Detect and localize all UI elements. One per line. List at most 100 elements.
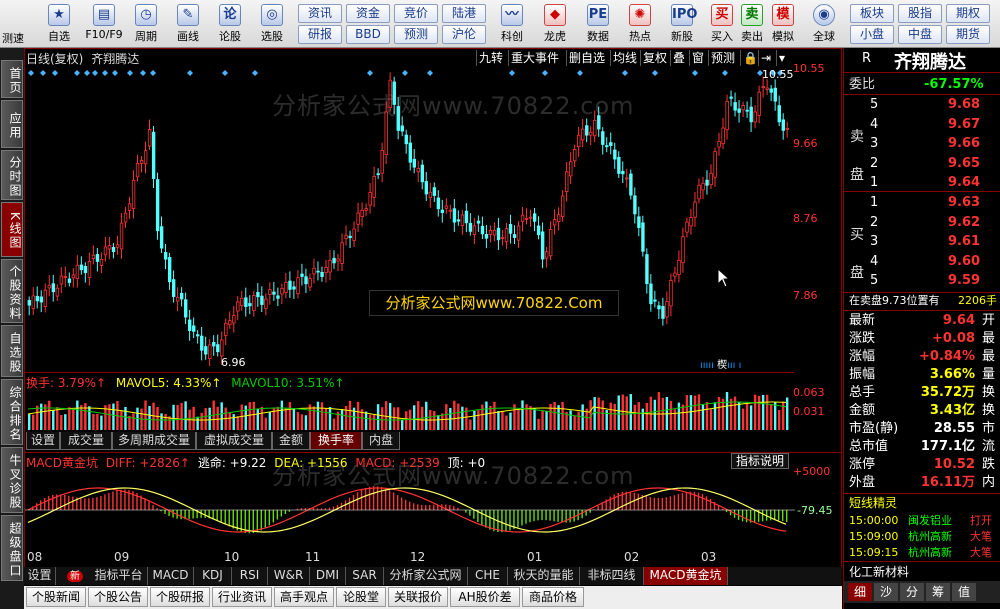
tab-stock-announcements[interactable]: 个股公告 bbox=[88, 587, 148, 607]
btn-window[interactable]: 窗 bbox=[689, 50, 707, 66]
tab-formula-site[interactable]: 分析家公式网 bbox=[384, 567, 468, 585]
btn-hk-connect[interactable]: 陆港 bbox=[442, 4, 486, 23]
buy-order-row[interactable]: 3 9.61 bbox=[844, 233, 1000, 251]
macd-bar bbox=[533, 510, 535, 522]
sidebar-item-home[interactable]: 首页 bbox=[1, 60, 23, 98]
tab-che[interactable]: CHE bbox=[468, 567, 508, 585]
tab-indicator-platform[interactable]: 指标平台 bbox=[90, 567, 148, 585]
toolbar-pick[interactable]: ◎ 选股 bbox=[254, 2, 290, 46]
tab-multi-period-volume[interactable]: 多周期成交量 bbox=[112, 432, 196, 450]
toolbar-simulate[interactable]: 模模拟 bbox=[765, 2, 801, 46]
btn-news[interactable]: 资讯 bbox=[298, 4, 342, 23]
date-label: 11 bbox=[305, 550, 321, 564]
chart-period-label[interactable]: 日线(复权) bbox=[26, 52, 83, 66]
tab-macd-golden-pit[interactable]: MACD黄金坑 bbox=[644, 567, 728, 585]
toolbar-period[interactable]: ◷ 周期 bbox=[128, 2, 164, 46]
tab-industry-news[interactable]: 行业资讯 bbox=[212, 587, 272, 607]
tab-inner[interactable]: 内盘 bbox=[362, 432, 400, 450]
tab-commodity-prices[interactable]: 商品价格 bbox=[522, 587, 584, 607]
sell-order-row[interactable]: 1 9.64 bbox=[844, 174, 1000, 192]
macd-chart[interactable] bbox=[25, 468, 795, 548]
btn-jiuzhuan[interactable]: 九转 bbox=[476, 50, 506, 66]
macd-bar bbox=[421, 504, 423, 510]
btn-predict[interactable]: 预测 bbox=[708, 50, 738, 66]
toolbar-favorites[interactable]: ★ 自选 bbox=[41, 2, 77, 46]
btn-research[interactable]: 研报 bbox=[298, 25, 342, 44]
sell-order-row[interactable]: 3 9.66 bbox=[844, 135, 1000, 153]
sell-order-row[interactable]: 5 9.68 bbox=[844, 96, 1000, 114]
panel-tab-detail[interactable]: 细 bbox=[848, 583, 872, 601]
tab-settings[interactable]: 设置 bbox=[26, 432, 60, 450]
btn-futures[interactable]: 期货 bbox=[946, 25, 990, 44]
btn-index[interactable]: 股指 bbox=[898, 4, 942, 23]
tab-turnover-rate[interactable]: 换手率 bbox=[310, 432, 362, 450]
sell-order-row[interactable]: 2 9.65 bbox=[844, 155, 1000, 173]
tab-sar[interactable]: SAR bbox=[346, 567, 384, 585]
tab-macd[interactable]: MACD bbox=[148, 567, 194, 585]
toolbar-kechuang[interactable]: 〰科创 bbox=[494, 2, 530, 46]
panel-tab-sha[interactable]: 沙 bbox=[874, 583, 898, 601]
sidebar-item-watchlist[interactable]: 自选股 bbox=[1, 325, 23, 377]
expand-icon[interactable]: ⇥ bbox=[758, 50, 776, 66]
sidebar-item-ranking[interactable]: 综合排名 bbox=[1, 379, 23, 445]
toolbar-data[interactable]: PE 数据 bbox=[580, 2, 616, 46]
toolbar-ipo[interactable]: IPO 新股 bbox=[664, 2, 700, 46]
btn-mid-cap[interactable]: 中盘 bbox=[898, 25, 942, 44]
btn-major-events[interactable]: 重大事件 bbox=[508, 50, 562, 66]
btn-adjust[interactable]: 复权 bbox=[640, 50, 670, 66]
tab-stock-reports[interactable]: 个股研报 bbox=[150, 587, 210, 607]
tab-wr[interactable]: W&R bbox=[268, 567, 310, 585]
btn-small-cap[interactable]: 小盘 bbox=[850, 25, 894, 44]
tab-ah-spread[interactable]: AH股价差 bbox=[450, 587, 520, 607]
tab-related-quotes[interactable]: 关联报价 bbox=[388, 587, 448, 607]
tab-indicator-settings[interactable]: 设置 bbox=[24, 567, 56, 585]
btn-overlay[interactable]: 叠 bbox=[670, 50, 688, 66]
btn-options[interactable]: 期权 bbox=[946, 4, 990, 23]
sidebar-item-timeshare[interactable]: 分时图 bbox=[1, 150, 23, 200]
tab-stock-forum[interactable]: 论股堂 bbox=[336, 587, 386, 607]
toolbar-discuss[interactable]: 论论股 bbox=[212, 2, 248, 46]
sidebar-item-apps[interactable]: 应用 bbox=[1, 100, 23, 148]
tab-volume[interactable]: 成交量 bbox=[60, 432, 112, 450]
btn-shanghai-london[interactable]: 沪伦 bbox=[442, 25, 486, 44]
btn-auction[interactable]: 竞价 bbox=[394, 4, 438, 23]
buy-order-row[interactable]: 2 9.62 bbox=[844, 214, 1000, 232]
tab-amount[interactable]: 金额 bbox=[272, 432, 310, 450]
indicator-help-button[interactable]: 指标说明 bbox=[731, 453, 789, 469]
turnover-chart[interactable] bbox=[25, 392, 795, 430]
btn-bbd[interactable]: BBD bbox=[346, 25, 390, 44]
sidebar-item-kline[interactable]: K线图 bbox=[1, 202, 23, 257]
btn-sector[interactable]: 板块 bbox=[850, 4, 894, 23]
tab-nonstandard-lines[interactable]: 非标四线 bbox=[580, 567, 644, 585]
btn-moving-average[interactable]: 均线 bbox=[610, 50, 640, 66]
toolbar-global[interactable]: ◉ 全球 bbox=[806, 2, 842, 46]
tab-kdj[interactable]: KDJ bbox=[194, 567, 232, 585]
panel-tab-fen[interactable]: 分 bbox=[900, 583, 924, 601]
tab-stock-news[interactable]: 个股新闻 bbox=[26, 587, 86, 607]
sidebar-item-profile[interactable]: 个股资料 bbox=[1, 259, 23, 323]
sidebar-item-diagnosis[interactable]: 牛叉诊股 bbox=[1, 447, 23, 513]
buy-order-row[interactable]: 4 9.60 bbox=[844, 253, 1000, 271]
toolbar-draw[interactable]: ✎ 画线 bbox=[170, 2, 206, 46]
btn-delete-favorite[interactable]: 删自选 bbox=[566, 50, 608, 66]
tab-autumn-volume[interactable]: 秋天的量能 bbox=[508, 567, 580, 585]
lock-icon[interactable]: 🔒 bbox=[740, 50, 758, 66]
sell-order-row[interactable]: 4 9.67 bbox=[844, 116, 1000, 134]
tab-rsi[interactable]: RSI bbox=[232, 567, 268, 585]
buy-order-row[interactable]: 5 9.59 bbox=[844, 272, 1000, 290]
sidebar-item-superdisk[interactable]: 超级盘口 bbox=[1, 515, 23, 581]
toolbar-f10[interactable]: ▤ F10/F9 bbox=[82, 2, 126, 46]
panel-tab-value[interactable]: 值 bbox=[952, 583, 976, 601]
chevron-down-icon[interactable]: ▾ bbox=[776, 50, 792, 66]
btn-funds[interactable]: 资金 bbox=[346, 4, 390, 23]
tab-expert-views[interactable]: 高手观点 bbox=[274, 587, 334, 607]
spirit-row[interactable]: 15:09:15 杭州高新 大笔 bbox=[844, 544, 1000, 562]
btn-forecast[interactable]: 预测 bbox=[394, 25, 438, 44]
toolbar-hot[interactable]: ✺ 热点 bbox=[622, 2, 658, 46]
panel-tab-chip[interactable]: 筹 bbox=[926, 583, 950, 601]
toolbar-speed[interactable]: 测速 bbox=[0, 2, 36, 46]
toolbar-dragon[interactable]: ◆ 龙虎 bbox=[537, 2, 573, 46]
buy-order-row[interactable]: 1 9.63 bbox=[844, 194, 1000, 212]
tab-virtual-volume[interactable]: 虚拟成交量 bbox=[196, 432, 272, 450]
tab-dmi[interactable]: DMI bbox=[310, 567, 346, 585]
